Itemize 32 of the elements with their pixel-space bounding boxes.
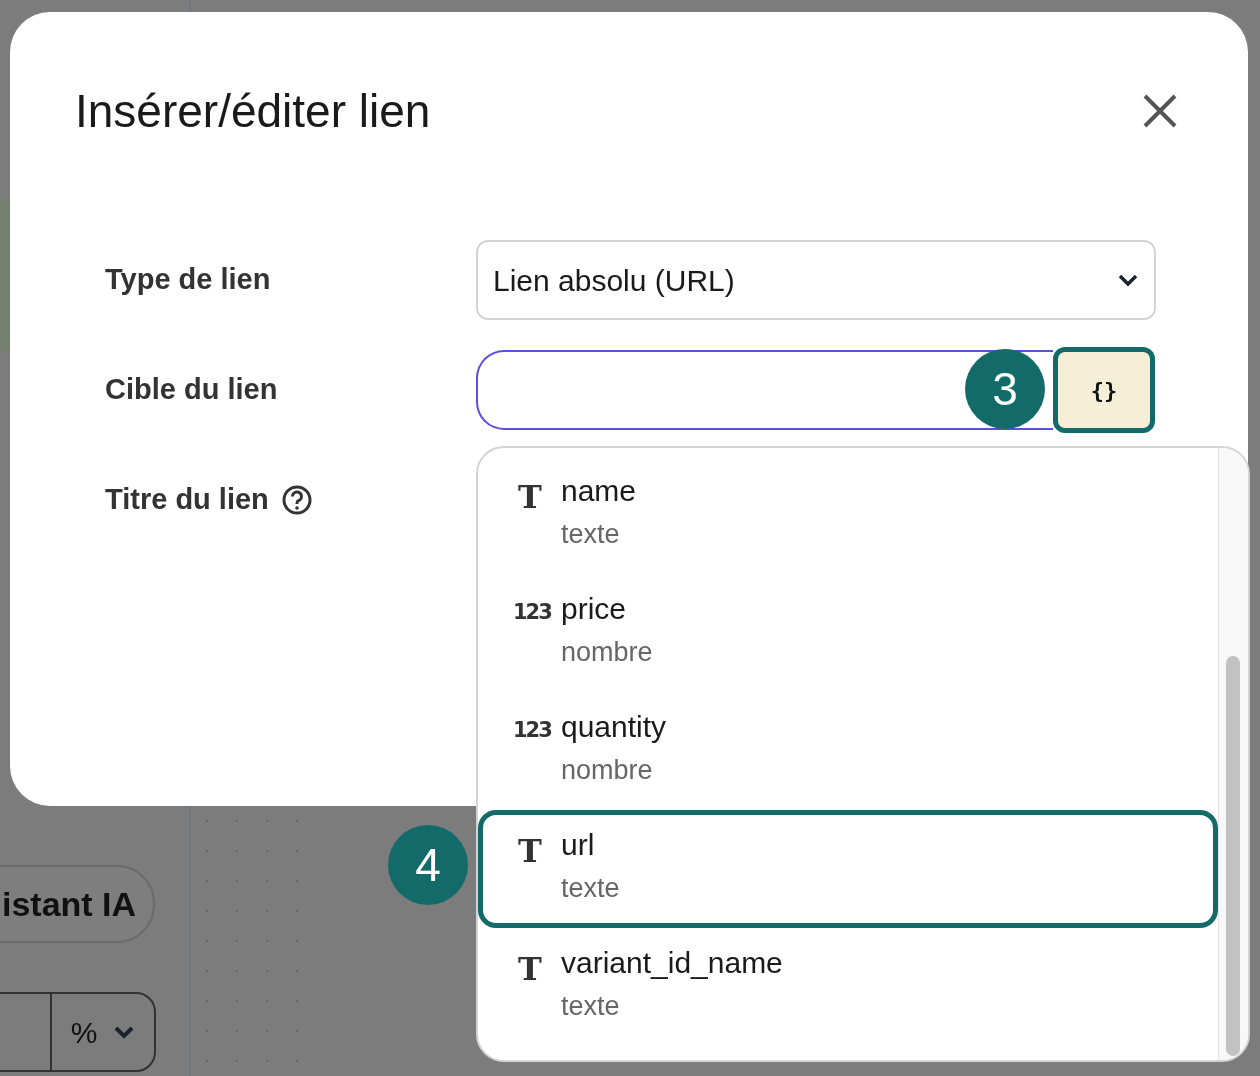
variable-type: texte bbox=[561, 518, 621, 551]
dialog-title: Insérer/éditer lien bbox=[75, 84, 431, 139]
variable-item[interactable]: 123 price nombre bbox=[478, 574, 1218, 692]
scrollbar-thumb[interactable] bbox=[1226, 656, 1240, 1056]
field-label: Cible du lien bbox=[105, 372, 278, 408]
step-badge: 4 bbox=[388, 825, 468, 905]
link-type-select[interactable]: Lien absolu (URL) bbox=[476, 240, 1156, 320]
field-label: Type de lien bbox=[105, 262, 271, 298]
variable-type: texte bbox=[561, 990, 621, 1023]
chevron-icon bbox=[1117, 273, 1139, 287]
variable-type: texte bbox=[561, 872, 620, 905]
close-button[interactable] bbox=[1142, 93, 1178, 129]
variable-item[interactable]: T url texte bbox=[478, 810, 1218, 928]
variable-name: quantity bbox=[561, 709, 667, 745]
variable-button[interactable]: {} bbox=[1053, 347, 1155, 433]
type-icon: T bbox=[513, 945, 547, 1041]
variable-name: name bbox=[561, 473, 637, 509]
help-icon bbox=[280, 484, 313, 516]
chevron-icon bbox=[113, 1025, 136, 1039]
assistant-button[interactable]: istant IA bbox=[0, 865, 155, 943]
variable-item[interactable]: T name texte bbox=[478, 456, 1218, 574]
unit-select[interactable]: % bbox=[0, 992, 156, 1072]
variable-item[interactable]: 123 quantity nombre bbox=[478, 692, 1218, 810]
type-icon: T bbox=[513, 473, 547, 569]
variable-type: nombre bbox=[561, 754, 654, 787]
variable-name: variant_id_name bbox=[561, 945, 783, 981]
type-icon: T bbox=[513, 827, 547, 923]
variable-type: nombre bbox=[561, 636, 653, 669]
variable-name: url bbox=[561, 827, 596, 863]
variable-item[interactable]: T variant_id_name texte bbox=[478, 928, 1218, 1046]
variable-name: price bbox=[561, 591, 628, 627]
field-label: Titre du lien bbox=[105, 482, 269, 518]
